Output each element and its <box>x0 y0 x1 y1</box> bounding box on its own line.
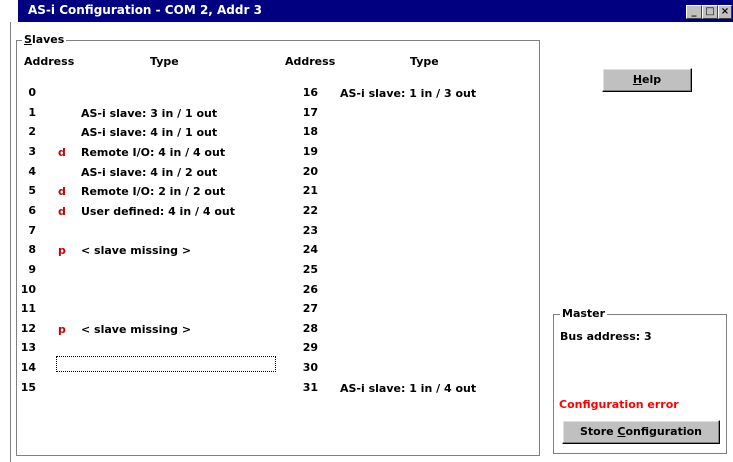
maximize-button[interactable]: □ <box>702 5 718 19</box>
slave-address[interactable]: 12 <box>16 322 36 335</box>
store-accel: C <box>617 425 626 438</box>
slaves-group-label: Slaves <box>22 33 67 46</box>
slave-address[interactable]: 5 <box>16 184 36 197</box>
close-button[interactable]: × <box>718 5 732 19</box>
minimize-button[interactable]: _ <box>686 5 702 19</box>
slave-address[interactable]: 20 <box>298 165 318 178</box>
slave-flag: p <box>58 244 66 258</box>
help-rest: elp <box>642 73 662 86</box>
store-configuration-button[interactable]: Store Configuration <box>562 420 720 444</box>
master-group-label: Master <box>560 307 608 320</box>
col-type-left: Type <box>150 55 179 68</box>
slave-address[interactable]: 17 <box>298 106 318 119</box>
slave-address[interactable]: 18 <box>298 125 318 138</box>
slave-address[interactable]: 6 <box>16 204 36 217</box>
slave-address[interactable]: 15 <box>16 381 36 394</box>
slave-address[interactable]: 21 <box>298 184 318 197</box>
slave-flag: d <box>58 204 66 218</box>
slave-address[interactable]: 24 <box>298 243 318 256</box>
slave-address[interactable]: 3 <box>16 145 36 158</box>
slave-address[interactable]: 26 <box>298 283 318 296</box>
slave-address[interactable]: 19 <box>298 145 318 158</box>
slave-address[interactable]: 2 <box>16 125 36 138</box>
slave-address[interactable]: 10 <box>16 283 36 296</box>
slave-address[interactable]: 11 <box>16 302 36 315</box>
slave-address[interactable]: 8 <box>16 243 36 256</box>
slave-type[interactable]: AS-i slave: 1 in / 4 out <box>340 382 476 395</box>
col-type-right: Type <box>410 55 439 68</box>
slave-type[interactable]: < slave missing > <box>81 244 191 257</box>
slave-type[interactable]: AS-i slave: 4 in / 1 out <box>81 126 217 139</box>
slaves-label-accel: S <box>24 33 32 46</box>
slave-type[interactable]: AS-i slave: 1 in / 3 out <box>340 87 476 100</box>
window-title: AS-i Configuration - COM 2, Addr 3 <box>28 3 262 17</box>
slave-address[interactable]: 23 <box>298 224 318 237</box>
slave-address[interactable]: 31 <box>298 381 318 394</box>
slave-address[interactable]: 30 <box>298 361 318 374</box>
bus-address: Bus address: 3 <box>560 330 652 343</box>
slave-address[interactable]: 7 <box>16 224 36 237</box>
slave-address[interactable]: 16 <box>298 86 318 99</box>
slave-address[interactable]: 29 <box>298 341 318 354</box>
help-button[interactable]: Help <box>602 68 692 92</box>
slaves-label-rest: laves <box>31 33 65 46</box>
slave-address[interactable]: 14 <box>16 361 36 374</box>
col-address-right: Address <box>285 55 336 68</box>
slave-address[interactable]: 22 <box>298 204 318 217</box>
window-border <box>10 22 11 462</box>
slave-type[interactable]: Remote I/O: 4 in / 4 out <box>81 146 225 159</box>
slave-address[interactable]: 1 <box>16 106 36 119</box>
slave-type[interactable]: User defined: 4 in / 4 out <box>81 205 235 218</box>
configuration-error: Configuration error <box>559 398 679 411</box>
slave-type[interactable]: AS-i slave: 4 in / 2 out <box>81 166 217 179</box>
help-accel: H <box>632 73 643 86</box>
slave-type[interactable]: < slave missing > <box>81 323 191 336</box>
slave-flag: p <box>58 322 66 336</box>
focus-rectangle <box>56 356 276 372</box>
slave-flag: d <box>58 185 66 199</box>
slave-address[interactable]: 0 <box>16 86 36 99</box>
slave-flag: d <box>58 145 66 159</box>
slave-address[interactable]: 13 <box>16 341 36 354</box>
slave-address[interactable]: 9 <box>16 263 36 276</box>
slave-address[interactable]: 25 <box>298 263 318 276</box>
col-address-left: Address <box>24 55 75 68</box>
slave-address[interactable]: 28 <box>298 322 318 335</box>
slave-type[interactable]: Remote I/O: 2 in / 2 out <box>81 185 225 198</box>
store-prefix: Store <box>579 425 618 438</box>
slave-address[interactable]: 4 <box>16 165 36 178</box>
slave-type[interactable]: AS-i slave: 3 in / 1 out <box>81 107 217 120</box>
slave-address[interactable]: 27 <box>298 302 318 315</box>
store-rest: onfiguration <box>625 425 703 438</box>
